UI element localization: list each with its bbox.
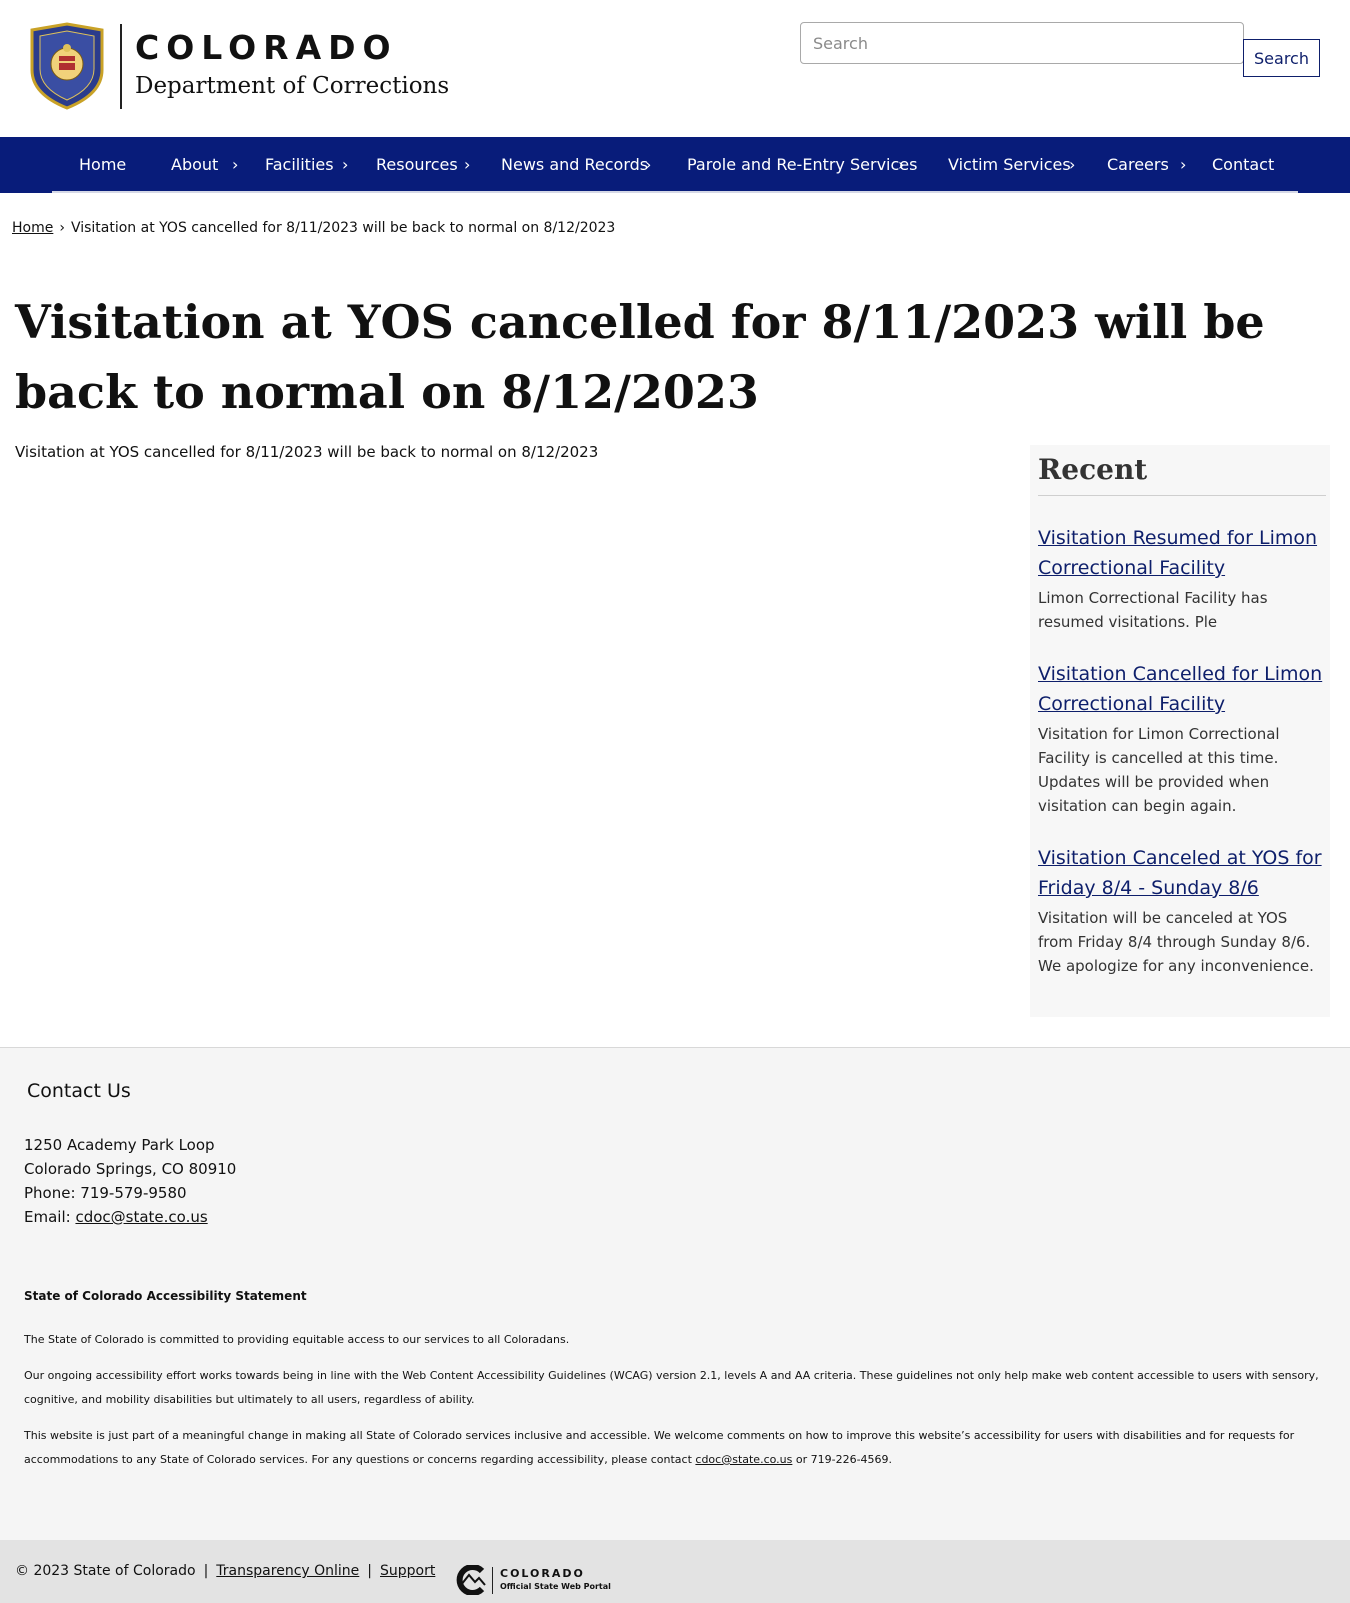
contact-phone: Phone: 719-579-9580 (24, 1184, 187, 1202)
site-header: COLORADO Department of Corrections Searc… (0, 0, 1350, 137)
chevron-right-icon[interactable]: › (898, 137, 904, 193)
nav-underline (52, 191, 1298, 193)
chevron-right-icon[interactable]: › (464, 137, 470, 193)
recent-item: Visitation Canceled at YOS for Friday 8/… (1038, 843, 1326, 978)
chevron-right-icon[interactable]: › (645, 137, 651, 193)
recent-sidebar: Recent Visitation Resumed for Limon Corr… (1030, 445, 1330, 1017)
recent-item-link[interactable]: Visitation Resumed for Limon Correctiona… (1038, 523, 1326, 583)
nav-item-contact[interactable]: Contact (1212, 137, 1274, 193)
bottom-bar: © 2023 State of Colorado | Transparency On… (0, 1540, 1350, 1603)
breadcrumb-home-link[interactable]: Home (12, 220, 53, 236)
contact-heading: Contact Us (27, 1080, 131, 1102)
contact-address-line2: Colorado Springs, CO 80910 (24, 1160, 237, 1178)
department-seal-icon[interactable] (28, 22, 106, 110)
accessibility-heading: State of Colorado Accessibility Statemen… (24, 1289, 307, 1303)
accessibility-text: or 719-226-4569. (792, 1453, 893, 1466)
nav-item-parole-and-re-entry[interactable]: Parole and Re-Entry Services (687, 137, 917, 193)
portal-divider (492, 1567, 493, 1594)
accessibility-paragraph: Our ongoing accessibility effort works t… (24, 1369, 1319, 1406)
copyright-text: © 2023 State of Colorado (15, 1563, 196, 1579)
recent-item-description: Visitation will be canceled at YOS from … (1038, 909, 1314, 975)
department-name[interactable]: Department of Corrections (135, 73, 449, 99)
recent-heading: Recent (1038, 453, 1148, 486)
nav-item-news-and-records[interactable]: News and Records (501, 137, 648, 193)
colorado-c-logo-icon[interactable] (455, 1565, 487, 1595)
breadcrumb: Home › Visitation at YOS cancelled for 8/1… (12, 220, 615, 236)
portal-subtitle[interactable]: Official State Web Portal (500, 1582, 611, 1591)
main-navigation: Home About › Facilities › Resources › Ne… (0, 137, 1350, 193)
contact-details: 1250 Academy Park Loop Colorado Springs,… (24, 1133, 236, 1229)
nav-item-careers[interactable]: Careers (1107, 137, 1169, 193)
search-input[interactable] (800, 22, 1244, 64)
contact-email-label: Email: (24, 1208, 76, 1226)
contact-address-line1: 1250 Academy Park Loop (24, 1136, 215, 1154)
chevron-right-icon[interactable]: › (1180, 137, 1186, 193)
nav-item-facilities[interactable]: Facilities (265, 137, 334, 193)
nav-item-home[interactable]: Home (79, 137, 126, 193)
recent-item: Visitation Cancelled for Limon Correctio… (1038, 659, 1326, 818)
search-button[interactable]: Search (1243, 39, 1320, 77)
article-body: Visitation at YOS cancelled for 8/11/202… (15, 443, 599, 461)
contact-email-line: Email: cdoc@state.co.us (24, 1205, 236, 1229)
support-link[interactable]: Support (380, 1563, 435, 1579)
recent-item-link[interactable]: Visitation Cancelled for Limon Correctio… (1038, 659, 1326, 719)
accessibility-paragraph: The State of Colorado is committed to pr… (24, 1333, 570, 1346)
pipe-separator: | (367, 1563, 373, 1579)
nav-item-victim-services[interactable]: Victim Services (948, 137, 1071, 193)
pipe-separator: | (203, 1563, 209, 1579)
brand-name[interactable]: COLORADO (135, 28, 398, 67)
brand-divider (120, 24, 122, 109)
page-title: Visitation at YOS cancelled for 8/11/202… (15, 295, 1265, 419)
chevron-right-icon[interactable]: › (342, 137, 348, 193)
recent-divider (1038, 495, 1326, 496)
accessibility-paragraph: This website is just part of a meaningfu… (24, 1424, 1324, 1472)
nav-item-about[interactable]: About (171, 137, 218, 193)
contact-email-link[interactable]: cdoc@state.co.us (75, 1208, 207, 1226)
accessibility-email-link[interactable]: cdoc@state.co.us (695, 1453, 792, 1466)
breadcrumb-current: Visitation at YOS cancelled for 8/11/202… (70, 220, 616, 236)
accessibility-text: This website is just part of a meaningfu… (24, 1429, 1295, 1466)
recent-item-description: Visitation for Limon Correctional Facili… (1038, 725, 1280, 815)
copyright-line: © 2023 State of Colorado | Transparency On… (15, 1563, 435, 1579)
nav-item-resources[interactable]: Resources (376, 137, 458, 193)
chevron-right-icon[interactable]: › (232, 137, 238, 193)
chevron-right-icon[interactable]: › (1069, 137, 1075, 193)
transparency-online-link[interactable]: Transparency Online (216, 1563, 359, 1579)
portal-name[interactable]: COLORADO (500, 1567, 585, 1580)
recent-item-link[interactable]: Visitation Canceled at YOS for Friday 8/… (1038, 843, 1326, 903)
recent-item-description: Limon Correctional Facility has resumed … (1038, 589, 1268, 631)
recent-item: Visitation Resumed for Limon Correctiona… (1038, 523, 1326, 634)
breadcrumb-separator: › (59, 220, 65, 236)
site-footer: Contact Us 1250 Academy Park Loop Colora… (0, 1047, 1350, 1540)
